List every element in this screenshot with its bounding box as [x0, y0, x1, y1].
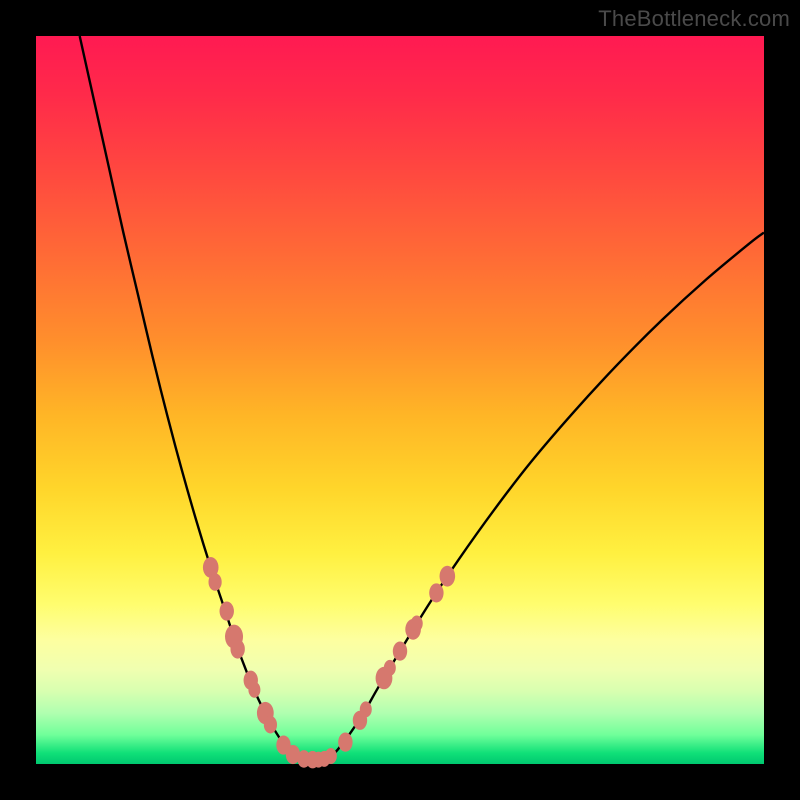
marker-dot — [220, 602, 234, 621]
marker-dot — [360, 701, 372, 717]
marker-dot — [264, 716, 277, 734]
watermark-text: TheBottleneck.com — [598, 6, 790, 32]
bottleneck-curve — [80, 36, 764, 760]
marker-dot — [248, 682, 260, 698]
marker-dot — [338, 733, 352, 752]
marker-dots — [203, 557, 455, 768]
chart-frame: TheBottleneck.com — [0, 0, 800, 800]
marker-dot — [325, 748, 337, 764]
marker-dot — [440, 566, 456, 587]
plot-area — [36, 36, 764, 764]
marker-dot — [429, 583, 443, 602]
marker-dot — [384, 660, 396, 676]
marker-dot — [230, 639, 244, 658]
marker-dot — [411, 616, 423, 632]
marker-dot — [393, 642, 407, 661]
marker-dot — [208, 573, 221, 591]
chart-svg — [36, 36, 764, 764]
curve-path — [80, 36, 764, 760]
